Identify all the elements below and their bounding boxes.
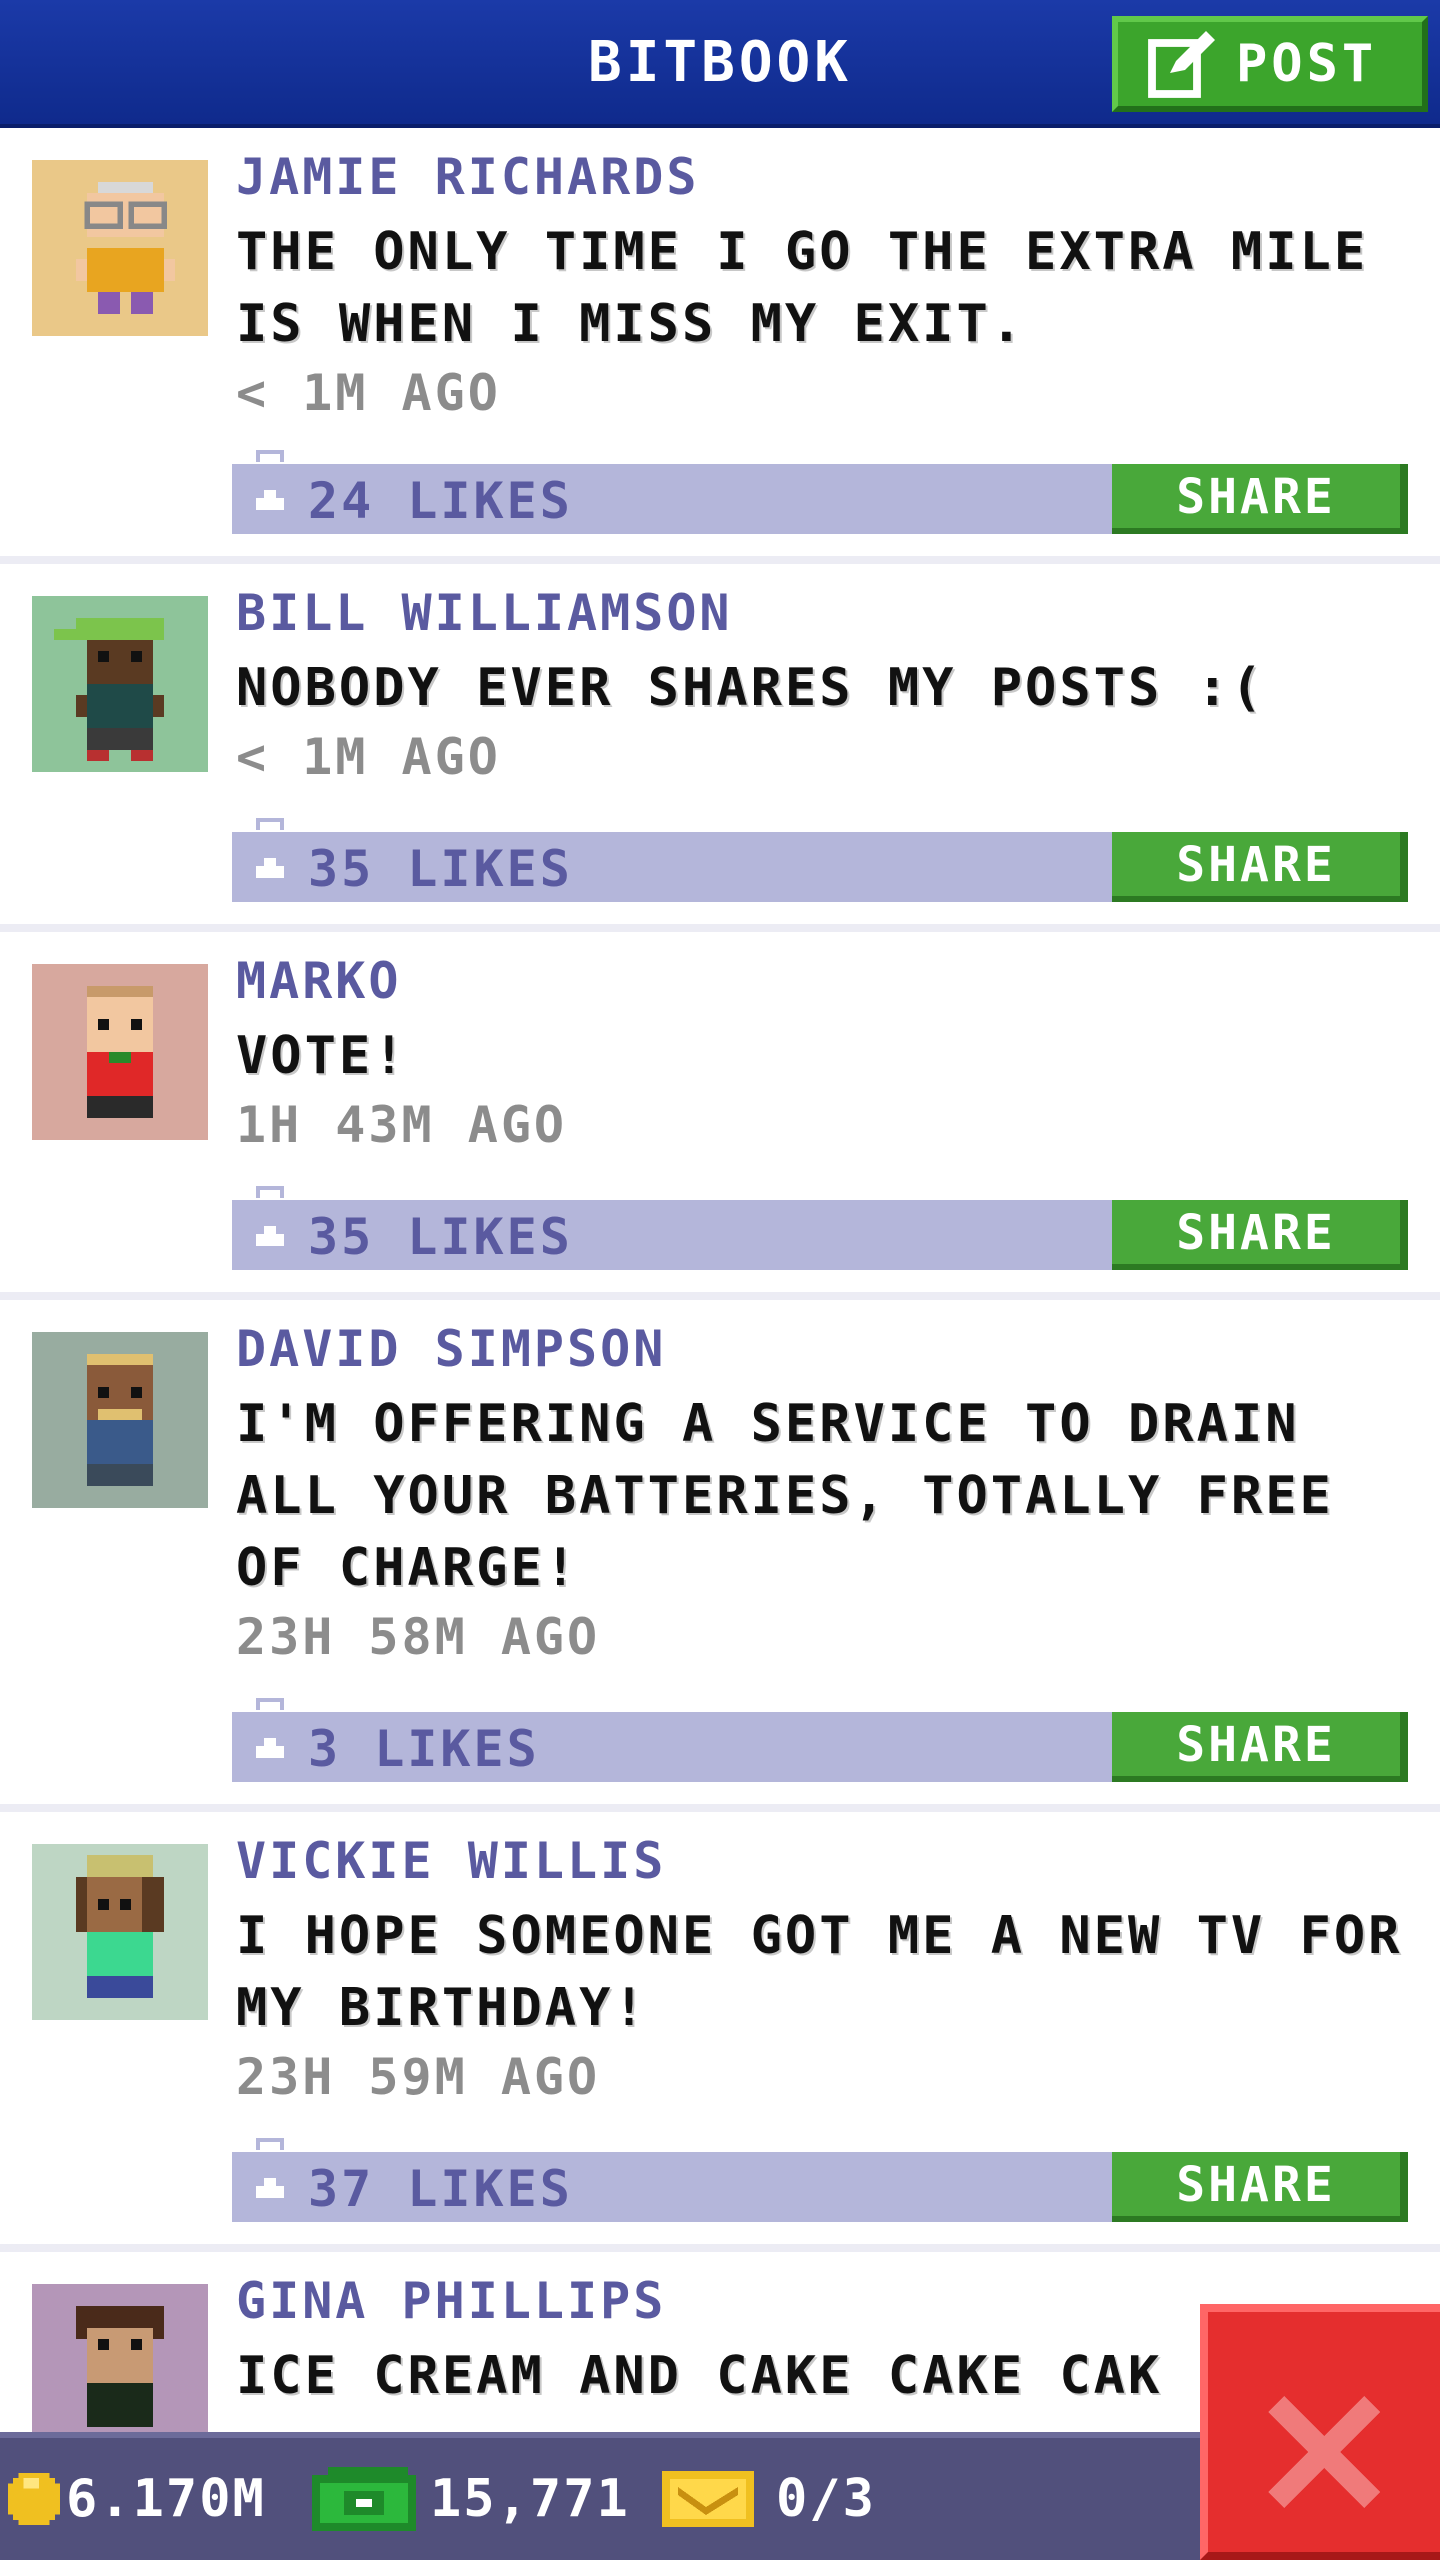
post-message: I HOPE SOMEONE GOT ME A NEW TV FOR MY BI… (236, 1906, 1403, 2038)
bux-icon (312, 2467, 416, 2531)
likes-count: 35 LIKES (308, 1208, 573, 1266)
feed-post: JAMIE RICHARDS THE ONLY TIME I GO THE EX… (0, 128, 1440, 564)
close-button[interactable] (1200, 2304, 1440, 2560)
post-author[interactable]: BILL WILLIAMSON (236, 584, 733, 642)
character-portrait (32, 160, 208, 336)
like-icon[interactable] (244, 818, 296, 898)
avatar[interactable] (32, 160, 208, 336)
avatar[interactable] (32, 1332, 208, 1508)
avatar[interactable] (32, 964, 208, 1140)
share-button[interactable]: SHARE (1112, 832, 1408, 902)
character-portrait (32, 1332, 208, 1508)
share-button[interactable]: SHARE (1112, 1712, 1408, 1782)
close-icon (1268, 2396, 1380, 2508)
post-time: 1H 43M AGO (236, 1096, 568, 1154)
likes-bar: 37 LIKES SHARE (232, 2138, 1408, 2222)
post-message: NOBODY EVER SHARES MY POSTS :( (236, 658, 1266, 718)
feed-post: VICKIE WILLIS I HOPE SOMEONE GOT ME A NE… (0, 1812, 1440, 2252)
like-icon[interactable] (244, 450, 296, 530)
character-portrait (32, 1844, 208, 2020)
feed-post: MARKO VOTE! 1H 43M AGO 35 LIKES SHARE (0, 932, 1440, 1300)
post-message: I'M OFFERING A SERVICE TO DRAIN ALL YOUR… (236, 1394, 1334, 1598)
post-author[interactable]: VICKIE WILLIS (236, 1832, 666, 1890)
post-button-label: POST (1236, 34, 1378, 94)
feed-post: DAVID SIMPSON I'M OFFERING A SERVICE TO … (0, 1300, 1440, 1812)
likes-bar: 3 LIKES SHARE (232, 1698, 1408, 1782)
likes-count: 24 LIKES (308, 472, 573, 530)
post-time: 23H 58M AGO (236, 1608, 601, 1666)
post-author[interactable]: JAMIE RICHARDS (236, 148, 699, 206)
post-message: THE ONLY TIME I GO THE EXTRA MILE IS WHE… (236, 222, 1369, 354)
avatar[interactable] (32, 1844, 208, 2020)
likes-bar: 24 LIKES SHARE (232, 450, 1408, 534)
share-button[interactable]: SHARE (1112, 1200, 1408, 1270)
character-portrait (32, 964, 208, 1140)
likes-bar: 35 LIKES SHARE (232, 1186, 1408, 1270)
likes-count: 35 LIKES (308, 840, 573, 898)
likes-bar: 35 LIKES SHARE (232, 818, 1408, 902)
tickets-value: 0/3 (776, 2469, 876, 2529)
post-message: ICE CREAM AND CAKE CAKE CAK (236, 2346, 1163, 2406)
like-icon[interactable] (244, 2138, 296, 2218)
share-button[interactable]: SHARE (1112, 2152, 1408, 2222)
like-icon[interactable] (244, 1698, 296, 1778)
likes-count: 3 LIKES (308, 1720, 540, 1778)
post-message: VOTE! (236, 1026, 408, 1086)
post-time: < 1M AGO (236, 728, 501, 786)
coins-value: 6.170M (66, 2469, 266, 2529)
app-header: BITBOOK POST (0, 0, 1440, 128)
post-button[interactable]: POST (1112, 16, 1428, 112)
post-author[interactable]: DAVID SIMPSON (236, 1320, 666, 1378)
compose-icon (1148, 31, 1215, 98)
character-portrait (32, 596, 208, 772)
post-author[interactable]: MARKO (236, 952, 402, 1010)
bux-stat[interactable]: 15,771 (312, 2438, 630, 2560)
bux-value: 15,771 (430, 2469, 630, 2529)
coins-stat[interactable]: 6.170M (8, 2438, 266, 2560)
post-time: 23H 59M AGO (236, 2048, 601, 2106)
post-author[interactable]: GINA PHILLIPS (236, 2272, 666, 2330)
post-time: < 1M AGO (236, 364, 501, 422)
feed-post: BILL WILLIAMSON NOBODY EVER SHARES MY PO… (0, 564, 1440, 932)
tickets-stat[interactable]: 0/3 (662, 2438, 876, 2560)
coin-icon (8, 2473, 60, 2525)
ticket-icon (662, 2471, 754, 2527)
share-button[interactable]: SHARE (1112, 464, 1408, 534)
like-icon[interactable] (244, 1186, 296, 1266)
avatar[interactable] (32, 596, 208, 772)
likes-count: 37 LIKES (308, 2160, 573, 2218)
